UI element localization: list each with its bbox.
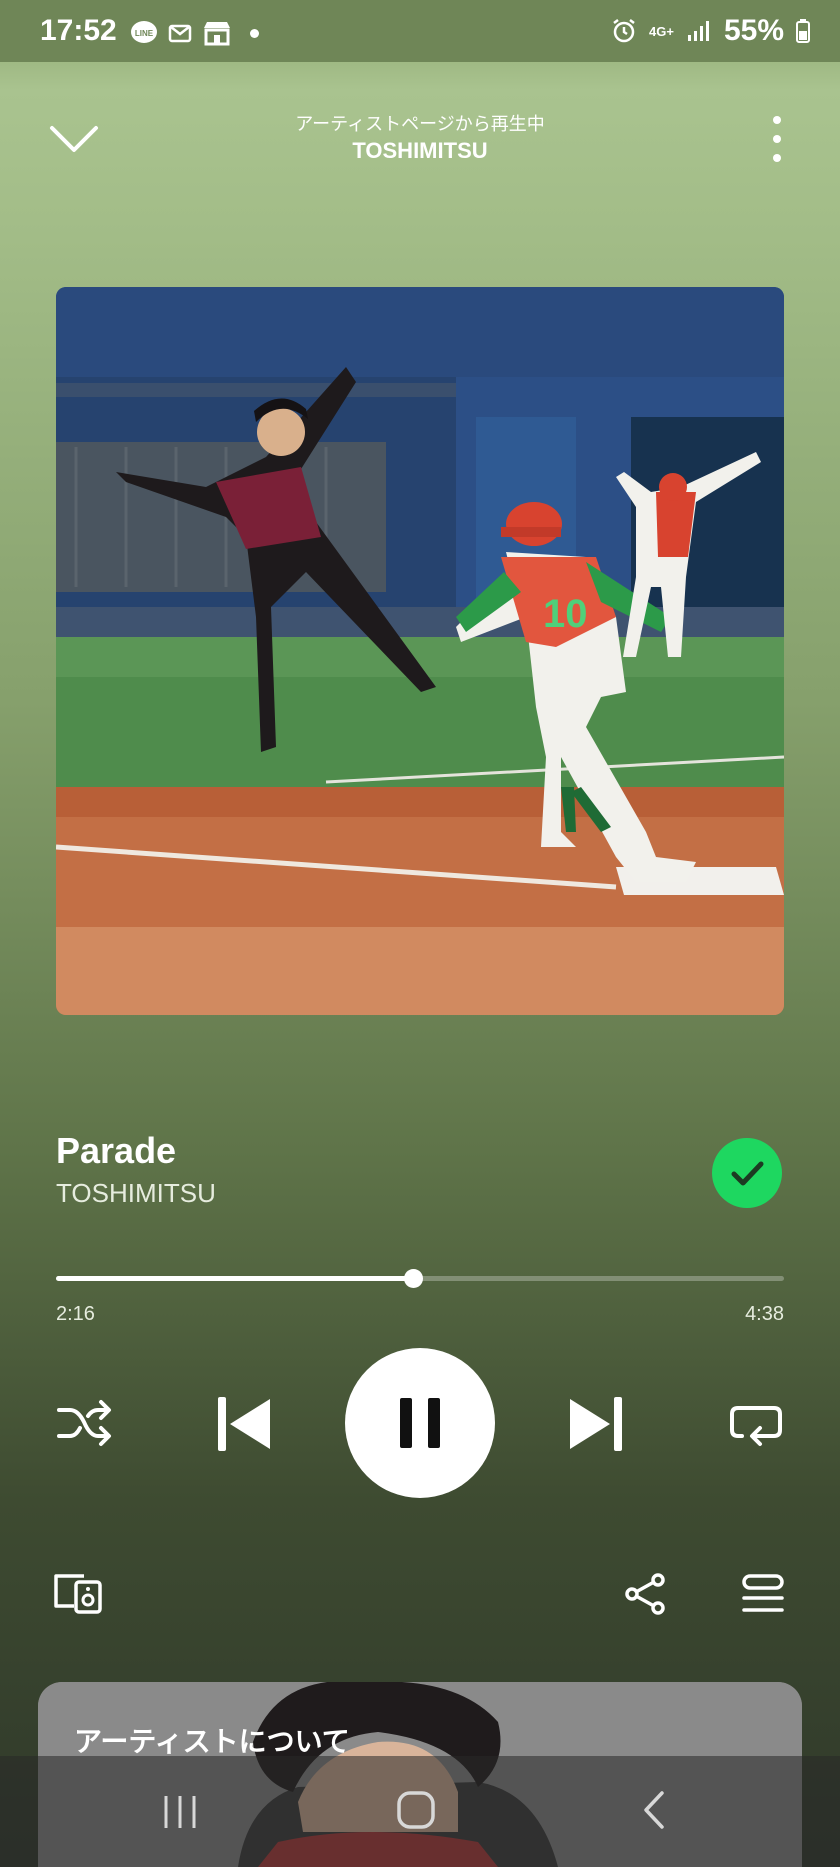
status-time: 17:52 xyxy=(40,14,117,47)
alarm-icon xyxy=(613,19,635,43)
share-icon[interactable] xyxy=(624,1572,668,1616)
more-options-icon[interactable] xyxy=(770,114,784,164)
queue-icon[interactable] xyxy=(740,1574,786,1614)
notification-icons: LINE xyxy=(130,20,259,46)
notification-dot xyxy=(250,28,259,38)
progress-handle[interactable] xyxy=(403,1269,423,1288)
progress-fill xyxy=(56,1276,413,1281)
check-icon xyxy=(731,1161,764,1186)
svg-text:10: 10 xyxy=(543,592,588,636)
pause-icon xyxy=(400,1398,440,1448)
connect-devices-icon[interactable] xyxy=(52,1572,104,1614)
svg-text:LINE: LINE xyxy=(135,29,154,38)
line-icon: LINE xyxy=(131,21,157,43)
store-icon xyxy=(204,22,230,46)
battery-level: 55% xyxy=(723,14,784,47)
mail-icon xyxy=(168,24,192,43)
back-icon[interactable] xyxy=(640,1790,668,1830)
recent-apps-icon[interactable] xyxy=(160,1794,200,1830)
repeat-icon[interactable] xyxy=(728,1398,784,1448)
network-type: 4G+ xyxy=(649,23,674,39)
track-artist[interactable]: TOSHIMITSU xyxy=(56,1178,216,1209)
progress-bar[interactable] xyxy=(56,1269,784,1288)
status-right: 4G+ 55% xyxy=(611,14,810,48)
shuffle-icon[interactable] xyxy=(56,1398,114,1448)
total-time: 4:38 xyxy=(745,1303,784,1325)
home-icon[interactable] xyxy=(396,1790,436,1830)
skip-next-icon[interactable] xyxy=(568,1395,624,1453)
playing-from-title[interactable]: TOSHIMITSU xyxy=(0,138,840,164)
battery-icon xyxy=(796,19,810,43)
status-bar: 17:52 LINE 4G+ 55% xyxy=(0,0,840,62)
system-navigation-bar xyxy=(0,1756,840,1867)
player-header: アーティストページから再生中 TOSHIMITSU xyxy=(0,100,840,180)
signal-icon xyxy=(687,21,709,41)
about-artist-title: アーティストについて xyxy=(74,1726,350,1757)
elapsed-time: 2:16 xyxy=(56,1303,95,1325)
skip-previous-icon[interactable] xyxy=(216,1395,272,1453)
album-artwork: 10 xyxy=(56,287,784,1015)
track-title[interactable]: Parade xyxy=(56,1130,176,1172)
pause-button[interactable] xyxy=(345,1348,495,1498)
playing-from-context: アーティストページから再生中 xyxy=(295,114,545,134)
liked-button[interactable] xyxy=(712,1138,782,1208)
